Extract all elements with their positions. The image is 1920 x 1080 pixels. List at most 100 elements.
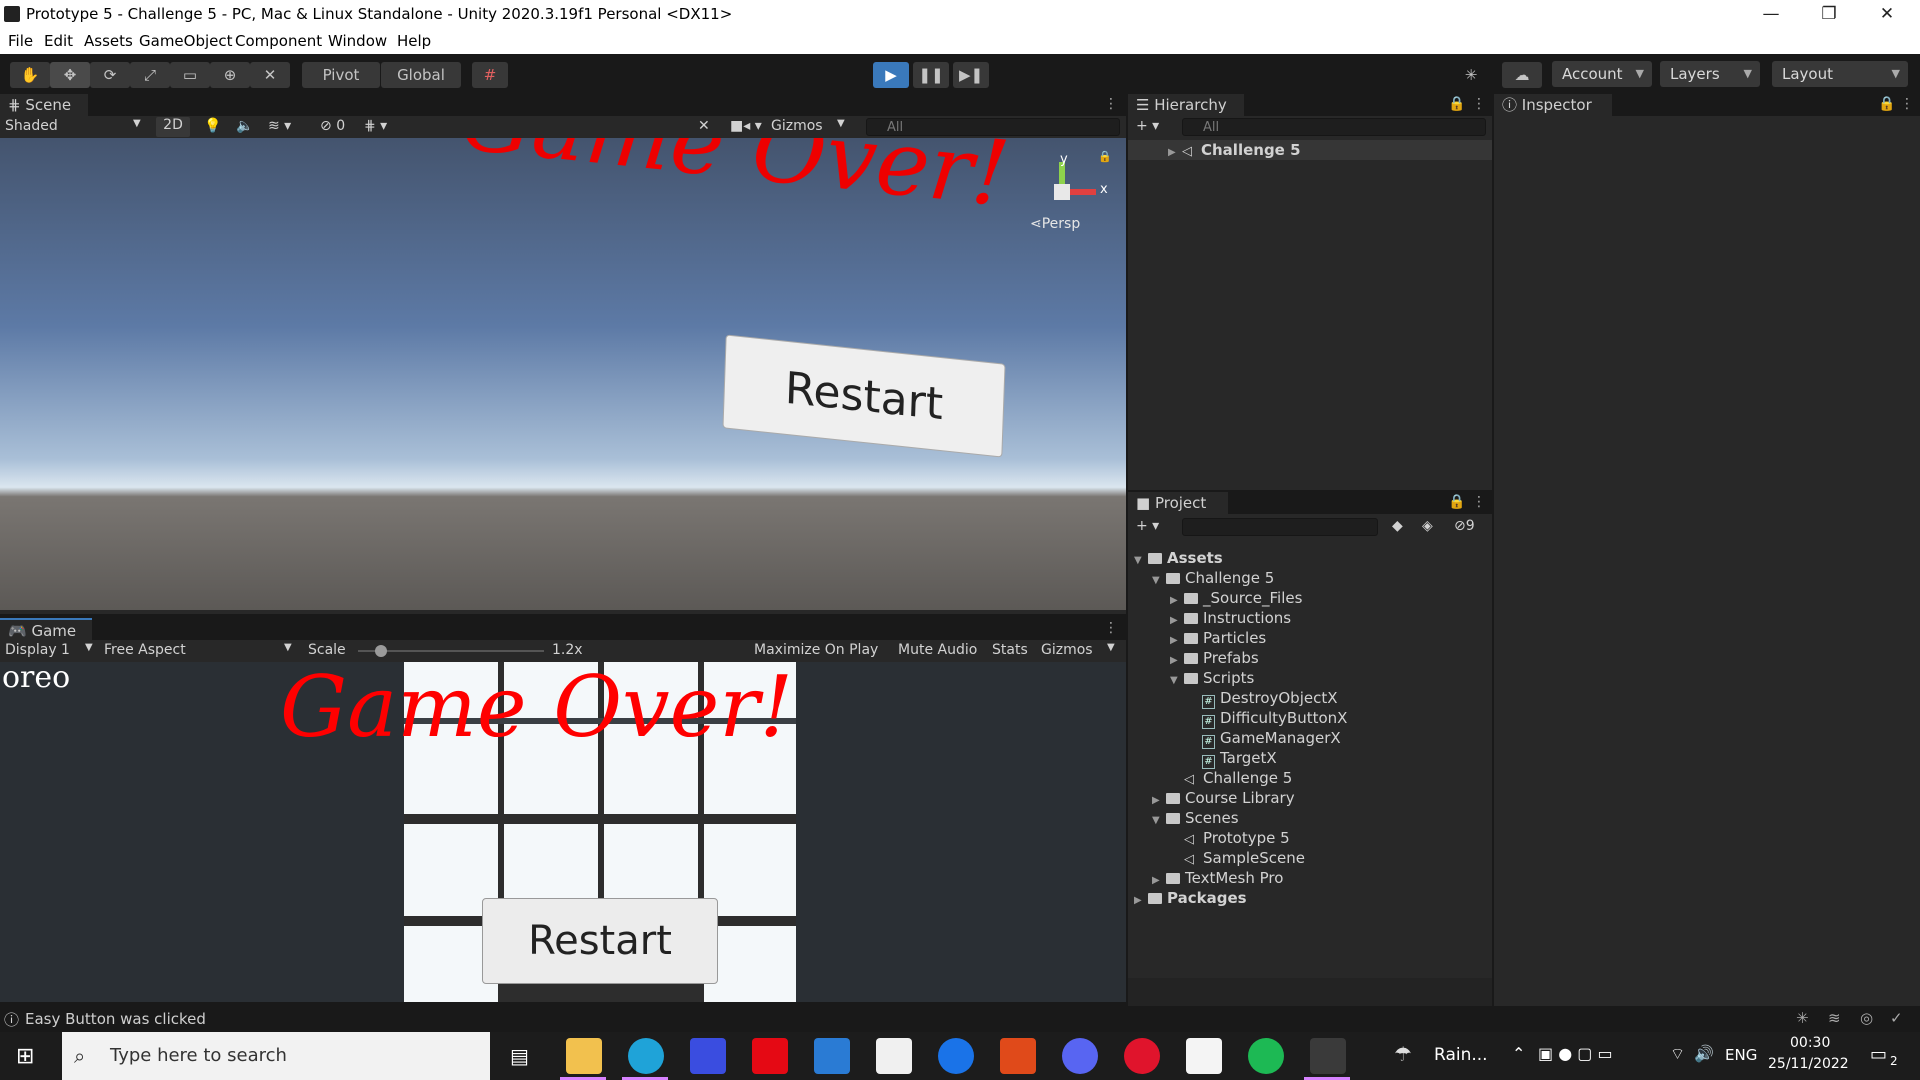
collapsed-arrow-icon[interactable]: ▶: [1134, 891, 1148, 911]
collab-status-icon[interactable]: ≋: [1828, 1009, 1841, 1027]
gizmos-dropdown[interactable]: Gizmos ▼: [771, 118, 855, 134]
scale-slider-thumb[interactable]: [375, 645, 387, 657]
rect-tool-icon[interactable]: ▭: [170, 62, 210, 88]
add-button[interactable]: + ▾: [1136, 118, 1159, 134]
cloud-icon[interactable]: ☁: [1502, 62, 1542, 88]
lock-icon[interactable]: 🔒: [1878, 96, 1895, 112]
effects-icon[interactable]: ≋ ▾: [268, 118, 291, 134]
language-label[interactable]: ENG: [1725, 1046, 1757, 1064]
discord-icon[interactable]: [1062, 1038, 1098, 1074]
lock-icon[interactable]: 🔒: [1448, 96, 1465, 112]
game-gizmos-dropdown[interactable]: Gizmos ▼: [1041, 642, 1125, 658]
clock-date[interactable]: 25/11/2022: [1768, 1056, 1849, 1072]
taskbar-search-box[interactable]: ⌕ Type here to search: [62, 1032, 490, 1080]
mute-audio-toggle[interactable]: Mute Audio: [898, 642, 977, 658]
play-button[interactable]: ▶: [873, 62, 909, 88]
filter-type-icon[interactable]: ◆: [1392, 518, 1403, 534]
tray-icons[interactable]: ▣ ● ▢ ▭: [1538, 1044, 1613, 1063]
math-app-icon[interactable]: [690, 1038, 726, 1074]
layout-dropdown[interactable]: Layout ▼: [1772, 61, 1908, 87]
project-search-input[interactable]: [1182, 518, 1378, 536]
scale-slider[interactable]: [358, 645, 544, 657]
more-icon[interactable]: ⋮: [1472, 494, 1486, 510]
menu-window[interactable]: Window: [328, 32, 387, 50]
hierarchy-search-input[interactable]: All: [1182, 118, 1486, 136]
opera-icon[interactable]: [1124, 1038, 1160, 1074]
project-tree-item[interactable]: ◁ SampleScene: [1128, 848, 1492, 868]
move-tool-icon[interactable]: ✥: [50, 62, 90, 88]
chevron-up-icon[interactable]: ⌃: [1512, 1044, 1525, 1063]
tab-game[interactable]: 🎮 Game: [0, 618, 92, 640]
collab-icon[interactable]: ✳: [1456, 62, 1486, 88]
scale-tool-icon[interactable]: ⤢: [130, 62, 170, 88]
menu-component[interactable]: Component: [235, 32, 322, 50]
tab-inspector[interactable]: ⓘ Inspector: [1494, 94, 1612, 116]
layers-dropdown[interactable]: Layers ▼: [1660, 61, 1760, 87]
stats-toggle[interactable]: Stats: [992, 642, 1028, 658]
network-icon[interactable]: ⌔: [1670, 1044, 1685, 1064]
spotify-icon[interactable]: [1248, 1038, 1284, 1074]
project-tree-item[interactable]: ◁ Challenge 5: [1128, 768, 1492, 788]
account-dropdown[interactable]: Account ▼: [1552, 61, 1652, 87]
maximize-on-play-toggle[interactable]: Maximize On Play: [754, 642, 878, 658]
lock-icon[interactable]: 🔒: [1448, 494, 1465, 510]
game-viewport[interactable]: oreo Game Over! Restart: [0, 662, 1126, 1002]
lighting-status-icon[interactable]: ◎: [1860, 1009, 1873, 1027]
menu-assets[interactable]: Assets: [84, 32, 133, 50]
notification-icon[interactable]: ▭: [1870, 1044, 1887, 1065]
project-tree-item[interactable]: ▼ Scripts: [1128, 668, 1492, 688]
project-tree-item[interactable]: ▶ Prefabs: [1128, 648, 1492, 668]
project-tree-item[interactable]: ▼ Challenge 5: [1128, 568, 1492, 588]
menu-help[interactable]: Help: [397, 32, 431, 50]
menu-gameobject[interactable]: GameObject: [139, 32, 233, 50]
close-button[interactable]: ✕: [1858, 0, 1916, 29]
lighting-icon[interactable]: 💡: [204, 118, 221, 134]
mode-2d-toggle[interactable]: 2D: [156, 117, 190, 137]
filter-label-icon[interactable]: ◈: [1422, 518, 1433, 534]
status-message[interactable]: Easy Button was clicked: [25, 1010, 206, 1028]
global-toggle[interactable]: Global: [381, 62, 461, 88]
project-tree-item[interactable]: ▶ Instructions: [1128, 608, 1492, 628]
persp-label[interactable]: ⋖Persp: [1030, 216, 1080, 232]
grid-snap-icon[interactable]: #: [472, 62, 508, 88]
scene-viewport[interactable]: Game Over! Restart y x ⋖Persp 🔒: [0, 138, 1126, 610]
pause-button[interactable]: ❚❚: [913, 62, 949, 88]
expanded-arrow-icon[interactable]: ▼: [1152, 811, 1166, 831]
tab-project[interactable]: ■ Project: [1128, 492, 1228, 514]
aspect-dropdown[interactable]: Free Aspect ▼: [104, 642, 298, 658]
project-tree-item[interactable]: ▶ Course Library: [1128, 788, 1492, 808]
minimize-button[interactable]: —: [1742, 0, 1800, 29]
project-tree-item[interactable]: ▶ TextMesh Pro: [1128, 868, 1492, 888]
custom-tool-icon[interactable]: ✕: [250, 62, 290, 88]
more-icon[interactable]: ⋮: [1104, 96, 1118, 112]
netflix-icon[interactable]: [752, 1038, 788, 1074]
lock-icon[interactable]: 🔒: [1098, 150, 1112, 163]
expanded-arrow-icon[interactable]: ▼: [1170, 671, 1184, 691]
tools-icon[interactable]: ✕: [698, 118, 710, 134]
orientation-gizmo[interactable]: y x ⋖Persp: [1020, 152, 1110, 238]
volume-icon[interactable]: 🔊: [1694, 1044, 1714, 1063]
menu-file[interactable]: File: [8, 32, 33, 50]
shading-dropdown[interactable]: Shaded ▼: [5, 118, 147, 134]
windows-start-icon[interactable]: ⊞: [16, 1044, 34, 1069]
rotate-tool-icon[interactable]: ⟳: [90, 62, 130, 88]
audio-icon[interactable]: 🔈: [236, 118, 253, 134]
clock-time[interactable]: 00:30: [1790, 1035, 1830, 1051]
tab-hierarchy[interactable]: ☰ Hierarchy: [1128, 94, 1244, 116]
debug-icon[interactable]: ✳: [1796, 1009, 1809, 1027]
check-icon[interactable]: ✓: [1890, 1009, 1903, 1027]
project-tree-item[interactable]: ▼ Scenes: [1128, 808, 1492, 828]
step-button[interactable]: ▶❚: [953, 62, 989, 88]
onedrive-icon[interactable]: [938, 1038, 974, 1074]
weather-label[interactable]: Rain...: [1434, 1045, 1488, 1065]
restart-button[interactable]: Restart: [482, 898, 718, 984]
expanded-arrow-icon[interactable]: ▼: [1134, 551, 1148, 571]
more-icon[interactable]: ⋮: [1472, 96, 1486, 112]
office-icon[interactable]: [1000, 1038, 1036, 1074]
notepad-icon[interactable]: [1186, 1038, 1222, 1074]
expand-icon[interactable]: ▶: [1168, 143, 1182, 163]
tab-scene[interactable]: ⋕ Scene: [0, 94, 88, 116]
expanded-arrow-icon[interactable]: ▼: [1152, 571, 1166, 591]
grid-icon[interactable]: ⋕ ▾: [364, 118, 387, 134]
maximize-button[interactable]: ❐: [1800, 0, 1858, 29]
